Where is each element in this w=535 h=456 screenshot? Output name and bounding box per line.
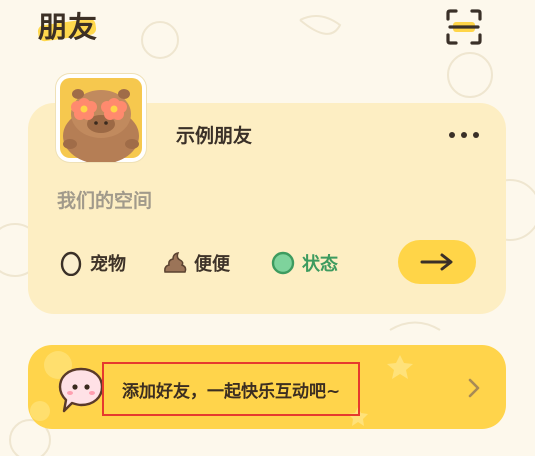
status-dot-icon (271, 251, 295, 275)
chevron-right-icon[interactable] (462, 375, 486, 401)
stat-status[interactable]: 状态 (270, 250, 338, 276)
stat-poop[interactable]: 便便 (162, 250, 230, 276)
friend-avatar[interactable] (56, 74, 146, 162)
stat-status-label: 状态 (302, 254, 338, 275)
page-title: 朋友 (38, 10, 99, 44)
add-friend-text[interactable]: 添加好友，一起快乐互动吧~ (102, 362, 360, 416)
chat-bubble-icon (58, 367, 104, 413)
egg-icon (60, 251, 82, 276)
space-subtitle: 我们的空间 (57, 190, 153, 212)
stat-pet[interactable]: 宠物 (58, 250, 126, 276)
poop-icon (164, 251, 187, 273)
arrow-right-icon (420, 253, 453, 271)
stat-pet-label: 宠物 (90, 254, 126, 275)
scan-icon[interactable] (445, 8, 483, 46)
friend-name: 示例朋友 (176, 125, 253, 147)
more-dots-icon[interactable] (446, 123, 482, 147)
add-friend-label: 添加好友，一起快乐互动吧~ (122, 381, 341, 402)
stat-poop-label: 便便 (194, 254, 230, 275)
capybara-avatar (60, 78, 142, 162)
enter-space-button[interactable] (398, 240, 476, 284)
page-title-wrap: 朋友 (37, 4, 118, 44)
